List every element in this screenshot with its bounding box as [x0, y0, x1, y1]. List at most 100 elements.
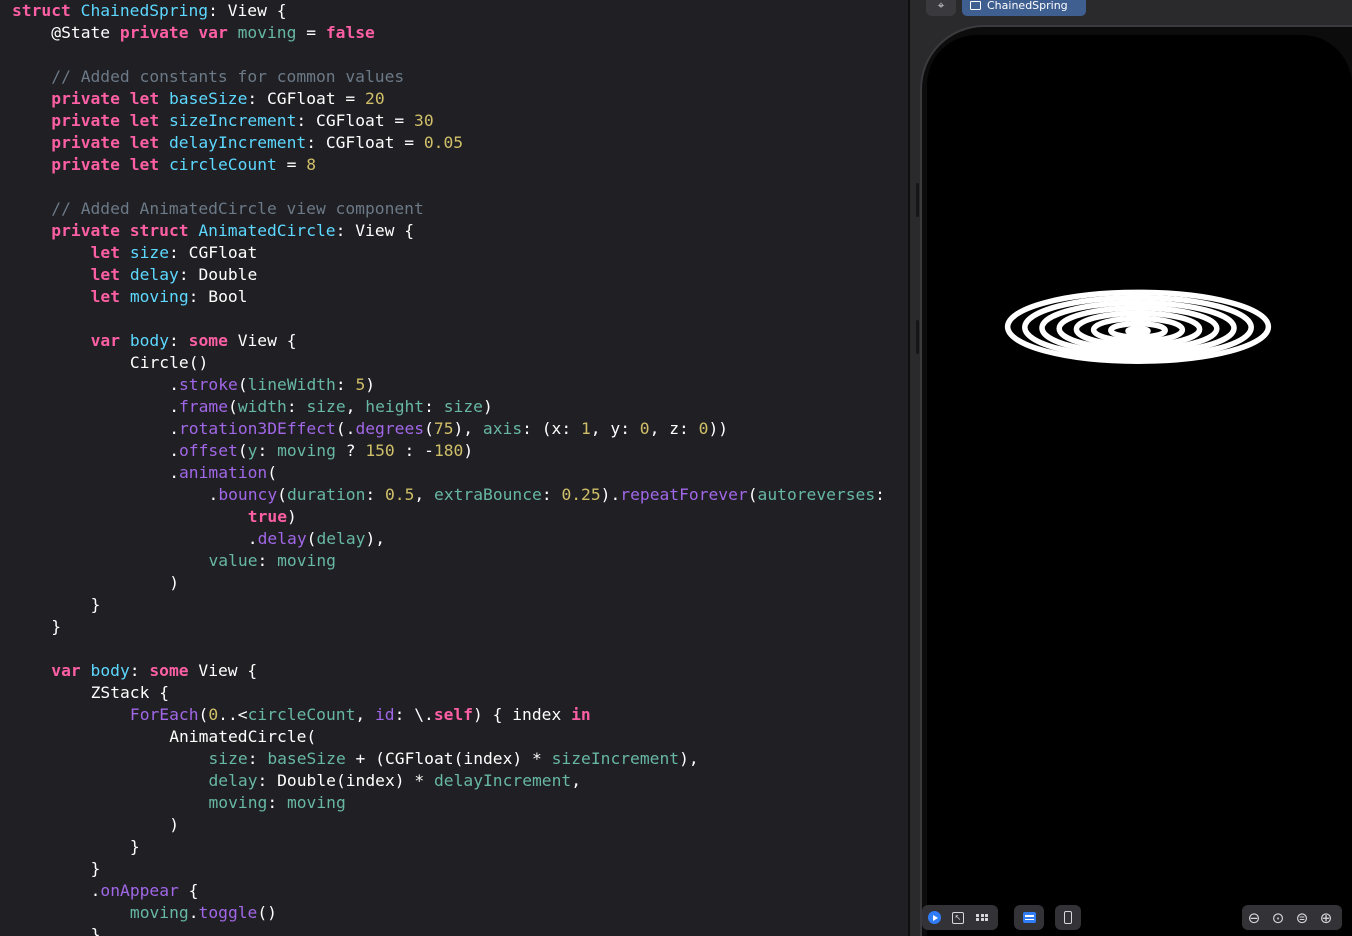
code-token: : -: [394, 441, 434, 460]
canvas-handle-bottom[interactable]: [916, 320, 919, 354]
code-token: , y:: [590, 419, 640, 438]
code-token: (: [277, 485, 287, 504]
code-line: private let circleCount = 8: [12, 154, 316, 176]
code-token: lineWidth: [247, 375, 336, 394]
code-line: .rotation3DEffect(.degrees(75), axis: (x…: [12, 418, 728, 440]
code-token: degrees: [355, 419, 425, 438]
zoom-out-button[interactable]: ⊖: [1242, 907, 1266, 929]
code-token: y: [247, 441, 258, 460]
selectable-mode-icon: ↖: [952, 911, 964, 924]
code-token: ) { index: [473, 705, 572, 724]
code-token: View {: [227, 1, 287, 20]
code-token: AnimatedCircle(: [169, 727, 317, 746]
live-preview-button[interactable]: [922, 907, 946, 929]
code-token: (index) *: [335, 771, 434, 790]
code-token: var: [51, 661, 81, 680]
code-token: ).: [600, 485, 621, 504]
code-token: 1: [580, 419, 591, 438]
code-token: 0: [208, 705, 219, 724]
code-token: let: [129, 89, 160, 108]
code-line: .onAppear {: [12, 880, 199, 902]
code-token: ): [365, 375, 376, 394]
zoom-to-fit-button[interactable]: ⊙: [1266, 907, 1290, 929]
canvas-handle-top[interactable]: [916, 183, 919, 217]
device-screen[interactable]: [927, 35, 1352, 936]
code-line: private struct AnimatedCircle: View {: [12, 220, 414, 242]
code-line: .offset(y: moving ? 150 : -180): [12, 440, 473, 462]
code-line: delay: Double(index) * delayIncrement,: [12, 770, 582, 792]
code-token: ,: [571, 771, 582, 790]
code-token: (): [257, 903, 277, 922]
code-token: id: [375, 705, 395, 724]
code-token: autoreverses: [757, 485, 876, 504]
code-token: :: [875, 485, 885, 504]
code-token: private: [51, 155, 120, 174]
code-line: Circle(): [12, 352, 208, 374]
code-token: struct: [12, 1, 71, 20]
code-token: Double: [198, 265, 258, 284]
code-token: (: [237, 441, 248, 460]
code-token: :: [247, 89, 267, 108]
device-group: [1055, 905, 1081, 930]
code-token: delay: [257, 529, 307, 548]
code-token: private: [51, 221, 120, 240]
zoom-100-button[interactable]: ⊜: [1290, 907, 1314, 929]
code-token: private: [119, 23, 189, 42]
code-token: ,: [355, 705, 375, 724]
preview-tab[interactable]: ChainedSpring: [962, 0, 1086, 16]
code-token: ),: [365, 529, 386, 548]
code-token: Bool: [208, 287, 248, 306]
code-token: delay: [129, 265, 179, 284]
code-token: ): [482, 397, 493, 416]
code-token: :: [365, 485, 385, 504]
variants-group: [1014, 905, 1044, 930]
code-line: .stroke(lineWidth: 5): [12, 374, 375, 396]
code-token: Circle(): [129, 353, 209, 372]
code-token: .: [208, 485, 219, 504]
code-line: .bouncy(duration: 0.5, extraBounce: 0.25…: [12, 484, 885, 506]
code-token: }: [90, 595, 101, 614]
grid-variants-icon: [976, 913, 988, 922]
code-token: (: [306, 529, 317, 548]
code-token: (index) *: [453, 749, 552, 768]
code-editor[interactable]: struct ChainedSpring: View {@State priva…: [0, 0, 908, 936]
code-token: :: [257, 551, 278, 570]
zoom-in-button[interactable]: ⊕: [1314, 907, 1338, 929]
code-line: private let sizeIncrement: CGFloat = 30: [12, 110, 434, 132]
code-token: :: [169, 243, 189, 262]
grid-variants-button[interactable]: [970, 907, 994, 929]
code-line: ZStack {: [12, 682, 169, 704]
variants-icon: [1022, 912, 1036, 923]
code-token: width: [237, 397, 287, 416]
device-settings-button[interactable]: [1055, 907, 1081, 929]
code-token: let: [129, 111, 160, 130]
code-line: private let baseSize: CGFloat = 20: [12, 88, 384, 110]
code-token: }: [129, 837, 140, 856]
code-token: 30: [414, 111, 434, 130]
code-token: Double: [277, 771, 336, 790]
variants-button[interactable]: [1014, 907, 1044, 929]
code-token: :: [541, 485, 562, 504]
preview-canvas: ⌖ ChainedSpring ↖ ⊖ ⊙ ⊜ ⊕: [910, 0, 1352, 936]
selectable-mode-button[interactable]: ↖: [946, 907, 970, 929]
code-token: ..<: [218, 705, 248, 724]
canvas-bottom-toolbar: ↖ ⊖ ⊙ ⊜ ⊕: [910, 900, 1352, 936]
code-token: 5: [355, 375, 366, 394]
code-token: CGFloat =: [325, 133, 424, 152]
code-token: size: [208, 749, 248, 768]
code-token: size: [443, 397, 483, 416]
code-token: offset: [179, 441, 238, 460]
code-token: }: [51, 617, 62, 636]
pin-button[interactable]: ⌖: [926, 0, 956, 16]
code-token: body: [129, 331, 170, 350]
